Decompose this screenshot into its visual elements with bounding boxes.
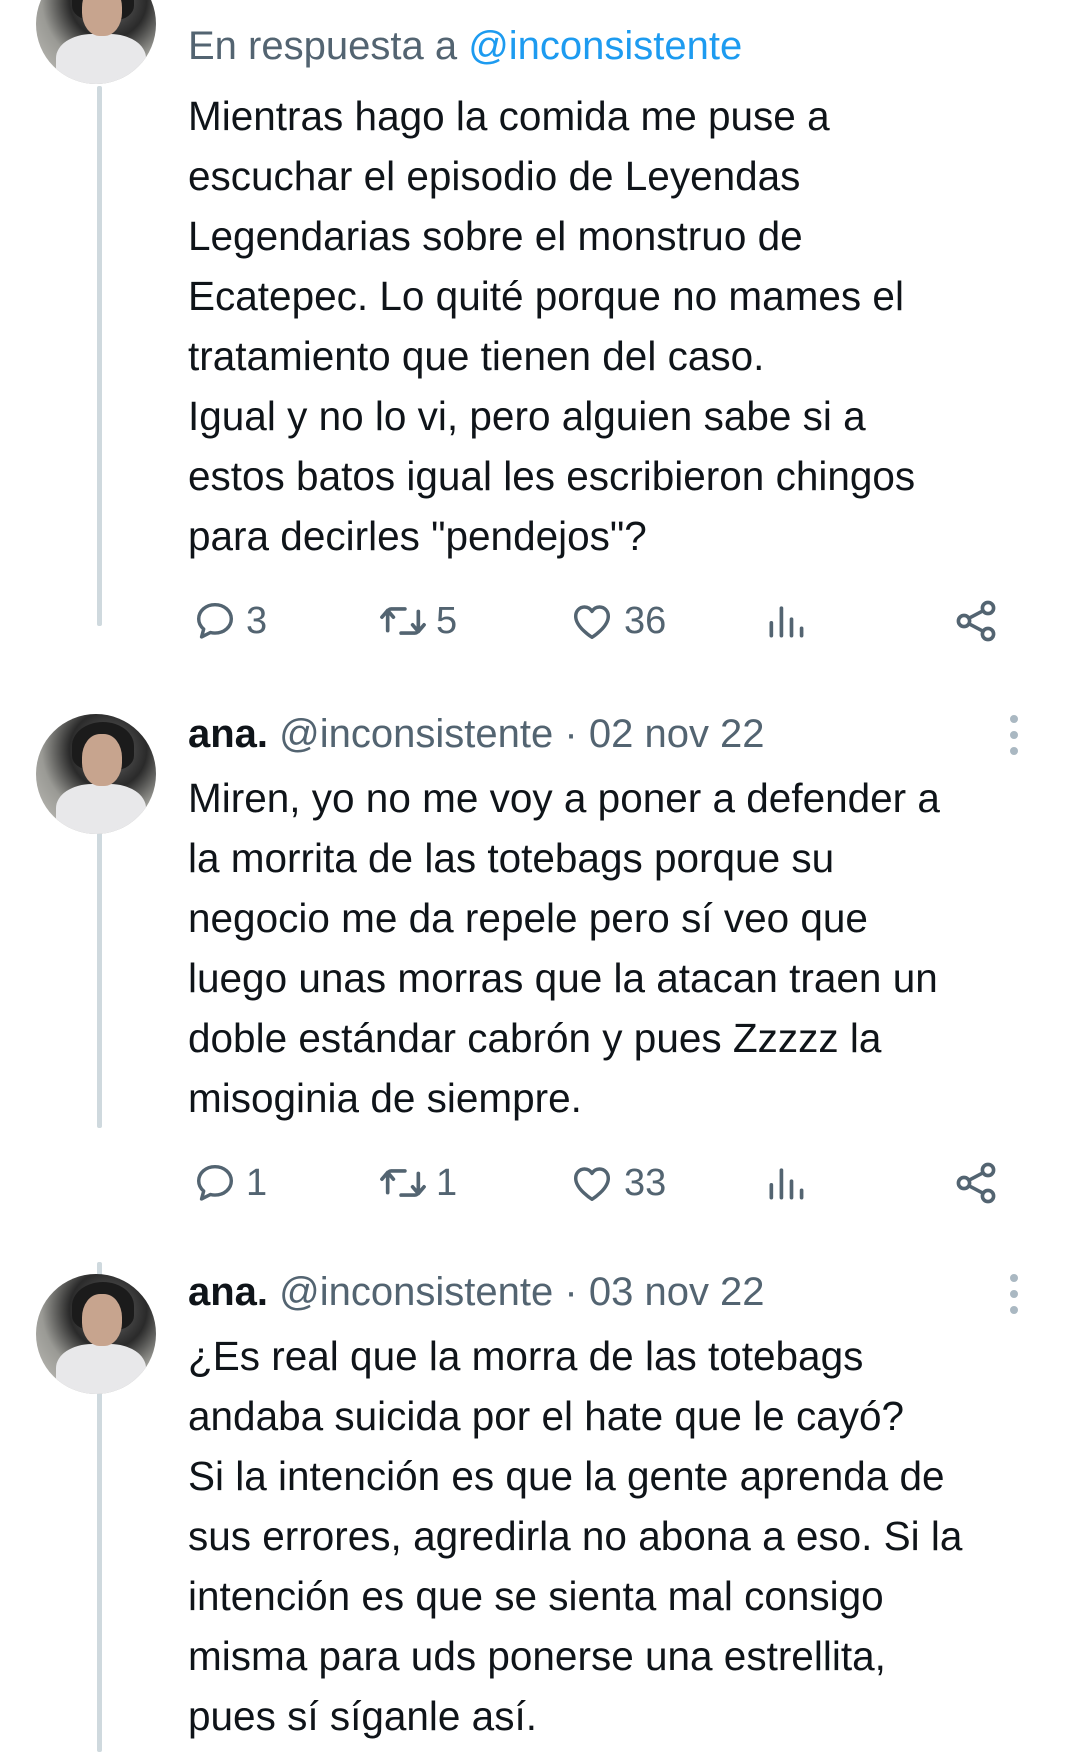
avatar[interactable] [36,0,156,84]
views-button[interactable] [764,593,808,649]
separator-dot: · [564,1270,578,1314]
separator-dot: · [564,712,578,756]
avatar[interactable] [36,1274,156,1394]
reply-button[interactable]: 3 [192,593,267,649]
thread-line [97,86,102,626]
share-button[interactable] [952,1155,1000,1211]
like-count: 36 [624,599,667,642]
reply-to-label: En respuesta a [188,24,469,68]
share-button[interactable] [952,593,1000,649]
author-name[interactable]: ana. [188,1270,268,1314]
heart-icon [573,605,611,640]
like-button[interactable]: 33 [568,1155,666,1211]
views-icon [769,1168,804,1200]
reply-button[interactable]: 1 [192,1155,267,1211]
reply-count: 3 [246,599,268,642]
avatar[interactable] [36,714,156,834]
retweet-icon [380,1169,426,1197]
tweet-actions: 3 5 36 [0,593,1080,649]
tweet-text: ¿Es real que la morra de las totebags an… [188,1333,963,1739]
like-count: 33 [624,1161,667,1204]
like-button[interactable]: 36 [568,593,666,649]
tweet-date[interactable]: 03 nov 22 [589,1270,765,1314]
tweet-text: Miren, yo no me voy a poner a defender a… [188,775,940,1121]
retweet-count: 1 [436,1161,458,1204]
author-handle[interactable]: @inconsistente [279,712,553,756]
tweet-text: Mientras hago la comida me puse a escuch… [188,93,916,559]
retweet-count: 5 [436,599,458,642]
views-icon [769,606,804,638]
retweet-button[interactable]: 5 [378,593,457,649]
reply-count: 1 [246,1161,268,1204]
author-handle[interactable]: @inconsistente [279,1270,553,1314]
tweet-header: ana. @inconsistente · 03 nov 22 [188,1268,765,1316]
reply-icon [196,602,234,639]
reply-icon [196,1164,234,1201]
share-icon [956,1162,996,1204]
reply-to-line: En respuesta a @inconsistente [188,22,742,70]
heart-icon [573,1167,611,1202]
views-button[interactable] [764,1155,808,1211]
retweet-button[interactable]: 1 [378,1155,457,1211]
retweet-icon [380,607,426,635]
tweet-header: ana. @inconsistente · 02 nov 22 [188,710,765,758]
more-icon[interactable] [1007,715,1021,755]
tweet-date[interactable]: 02 nov 22 [589,712,765,756]
author-name[interactable]: ana. [188,712,268,756]
tweet-actions: 1 1 33 [0,1155,1080,1211]
reply-to-mention[interactable]: @inconsistente [468,24,742,68]
more-icon[interactable] [1007,1274,1021,1314]
share-icon [956,600,996,642]
